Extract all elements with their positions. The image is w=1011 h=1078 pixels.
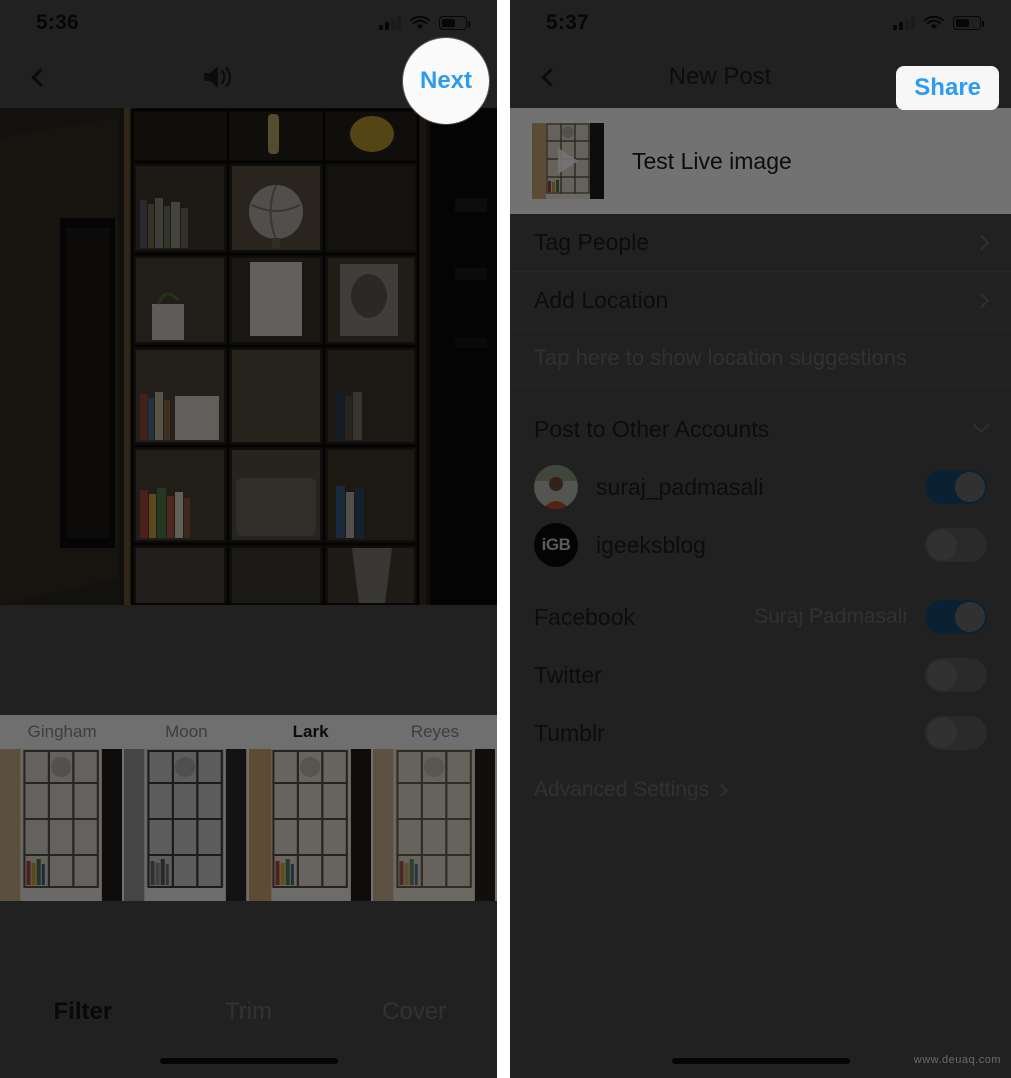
next-button-label: Next bbox=[419, 67, 473, 94]
photo-preview[interactable] bbox=[0, 108, 497, 605]
right-status-bar: 5:37 bbox=[510, 0, 1011, 46]
toggle-knob bbox=[955, 602, 985, 632]
location-hint-text: Tap here to show location suggestions bbox=[534, 344, 908, 370]
location-suggestions-hint[interactable]: Tap here to show location suggestions bbox=[510, 330, 1011, 386]
share-button-label: Share bbox=[914, 74, 981, 101]
filter-thumb-image bbox=[124, 749, 247, 901]
toggle-knob bbox=[927, 530, 957, 560]
home-indicator bbox=[671, 1058, 850, 1064]
service-name-twitter: Twitter bbox=[534, 661, 602, 688]
tab-cover[interactable]: Cover bbox=[331, 998, 497, 1026]
filter-strip: Gingham Moon Lark Reyes bbox=[0, 715, 497, 901]
account-name-suraj: suraj_padmasali bbox=[596, 473, 764, 500]
share-button-highlight[interactable]: Share bbox=[896, 66, 999, 110]
account-name-igeeksblog: igeeksblog bbox=[596, 531, 706, 558]
toggle-facebook[interactable] bbox=[925, 600, 987, 634]
chevron-right-icon bbox=[973, 292, 990, 309]
panel-divider bbox=[497, 0, 510, 1078]
section-spacer bbox=[510, 386, 1011, 400]
photo-bottom-filler bbox=[0, 605, 497, 715]
left-status-time: 5:36 bbox=[36, 11, 79, 34]
cellular-bars-icon bbox=[893, 16, 915, 30]
filter-thumb-image bbox=[248, 749, 371, 901]
filter-label-reyes[interactable]: Reyes bbox=[373, 722, 497, 742]
filter-thumb-lark[interactable] bbox=[248, 749, 373, 901]
avatar bbox=[534, 465, 578, 509]
editor-bottom-area: Filter Trim Cover bbox=[0, 901, 497, 1078]
toggle-knob bbox=[927, 660, 957, 690]
right-status-time: 5:37 bbox=[546, 11, 589, 34]
other-accounts-header: Post to Other Accounts bbox=[534, 415, 770, 442]
filter-thumb-image bbox=[0, 749, 123, 901]
toggle-knob bbox=[927, 718, 957, 748]
filter-label-gingham[interactable]: Gingham bbox=[0, 722, 124, 742]
service-row-facebook[interactable]: Facebook Suraj Padmasali bbox=[510, 588, 1011, 646]
play-icon bbox=[558, 148, 578, 174]
advanced-settings-row[interactable]: Advanced Settings bbox=[510, 762, 1011, 818]
left-phone-panel: 5:36 Next Gingham Moon Lark Reyes Filter… bbox=[0, 0, 497, 1078]
site-watermark: www.deuaq.com bbox=[913, 1054, 1001, 1066]
filter-thumb-gingham[interactable] bbox=[0, 749, 125, 901]
page-title: New Post bbox=[668, 63, 772, 90]
right-empty-area bbox=[510, 818, 1011, 1078]
chevron-right-icon bbox=[715, 783, 728, 797]
filter-thumb-reyes[interactable] bbox=[372, 749, 497, 901]
mode-tab-bar: Filter Trim Cover bbox=[0, 998, 497, 1026]
service-row-tumblr[interactable]: Tumblr bbox=[510, 704, 1011, 762]
next-button-highlight[interactable]: Next bbox=[403, 38, 489, 124]
filter-name-row: Gingham Moon Lark Reyes bbox=[0, 715, 497, 749]
wifi-icon bbox=[924, 15, 944, 29]
caption-text[interactable]: Test Live image bbox=[632, 148, 792, 175]
facebook-linked-account: Suraj Padmasali bbox=[754, 605, 907, 628]
account-row-igeeksblog[interactable]: iGB igeeksblog bbox=[510, 516, 1011, 574]
post-options-list: Tag People Add Location Tap here to show… bbox=[510, 214, 1011, 818]
account-row-suraj[interactable]: suraj_padmasali bbox=[510, 458, 1011, 516]
filter-thumb-image bbox=[372, 749, 495, 901]
toggle-knob bbox=[955, 472, 985, 502]
toggle-tumblr[interactable] bbox=[925, 716, 987, 750]
tag-people-label: Tag People bbox=[534, 229, 650, 255]
advanced-settings-label: Advanced Settings bbox=[534, 778, 710, 801]
filter-label-moon[interactable]: Moon bbox=[124, 722, 248, 742]
left-navbar-center bbox=[47, 61, 389, 93]
right-navbar-center: New Post bbox=[557, 63, 883, 91]
chevron-down-icon bbox=[972, 416, 990, 434]
bookshelf-photo bbox=[0, 108, 497, 605]
toggle-twitter[interactable] bbox=[925, 658, 987, 692]
left-status-bar: 5:36 bbox=[0, 0, 497, 46]
service-name-tumblr: Tumblr bbox=[534, 719, 605, 746]
caption-card[interactable]: Test Live image bbox=[510, 108, 1011, 214]
post-thumbnail[interactable] bbox=[532, 123, 604, 199]
home-indicator bbox=[159, 1058, 338, 1064]
filter-thumb-moon[interactable] bbox=[124, 749, 249, 901]
tab-filter[interactable]: Filter bbox=[0, 998, 166, 1026]
toggle-igeeksblog[interactable] bbox=[925, 528, 987, 562]
service-row-twitter[interactable]: Twitter bbox=[510, 646, 1011, 704]
battery-icon bbox=[953, 16, 984, 30]
igb-logo-avatar: iGB bbox=[541, 535, 571, 554]
cellular-bars-icon bbox=[379, 16, 401, 30]
filter-thumbnail-row bbox=[0, 749, 497, 901]
left-status-icons bbox=[379, 15, 470, 31]
section-spacer bbox=[510, 574, 1011, 588]
service-name-facebook: Facebook bbox=[534, 603, 636, 630]
right-status-icons bbox=[893, 15, 984, 31]
speaker-on-icon[interactable] bbox=[198, 61, 238, 93]
add-location-label: Add Location bbox=[534, 287, 669, 313]
row-post-to-other-accounts[interactable]: Post to Other Accounts bbox=[510, 400, 1011, 458]
row-add-location[interactable]: Add Location bbox=[510, 272, 1011, 330]
battery-icon bbox=[439, 16, 470, 30]
chevron-right-icon bbox=[973, 234, 990, 251]
toggle-suraj[interactable] bbox=[925, 470, 987, 504]
filter-label-lark[interactable]: Lark bbox=[249, 722, 373, 742]
user-photo-avatar bbox=[534, 465, 578, 509]
avatar: iGB bbox=[534, 523, 578, 567]
wifi-icon bbox=[410, 15, 430, 29]
tab-trim[interactable]: Trim bbox=[166, 998, 332, 1026]
row-tag-people[interactable]: Tag People bbox=[510, 214, 1011, 272]
right-phone-panel: 5:37 New Post Share Test Live image Tag … bbox=[510, 0, 1011, 1078]
screenshot-root: 5:36 Next Gingham Moon Lark Reyes Filter… bbox=[0, 0, 1011, 1078]
